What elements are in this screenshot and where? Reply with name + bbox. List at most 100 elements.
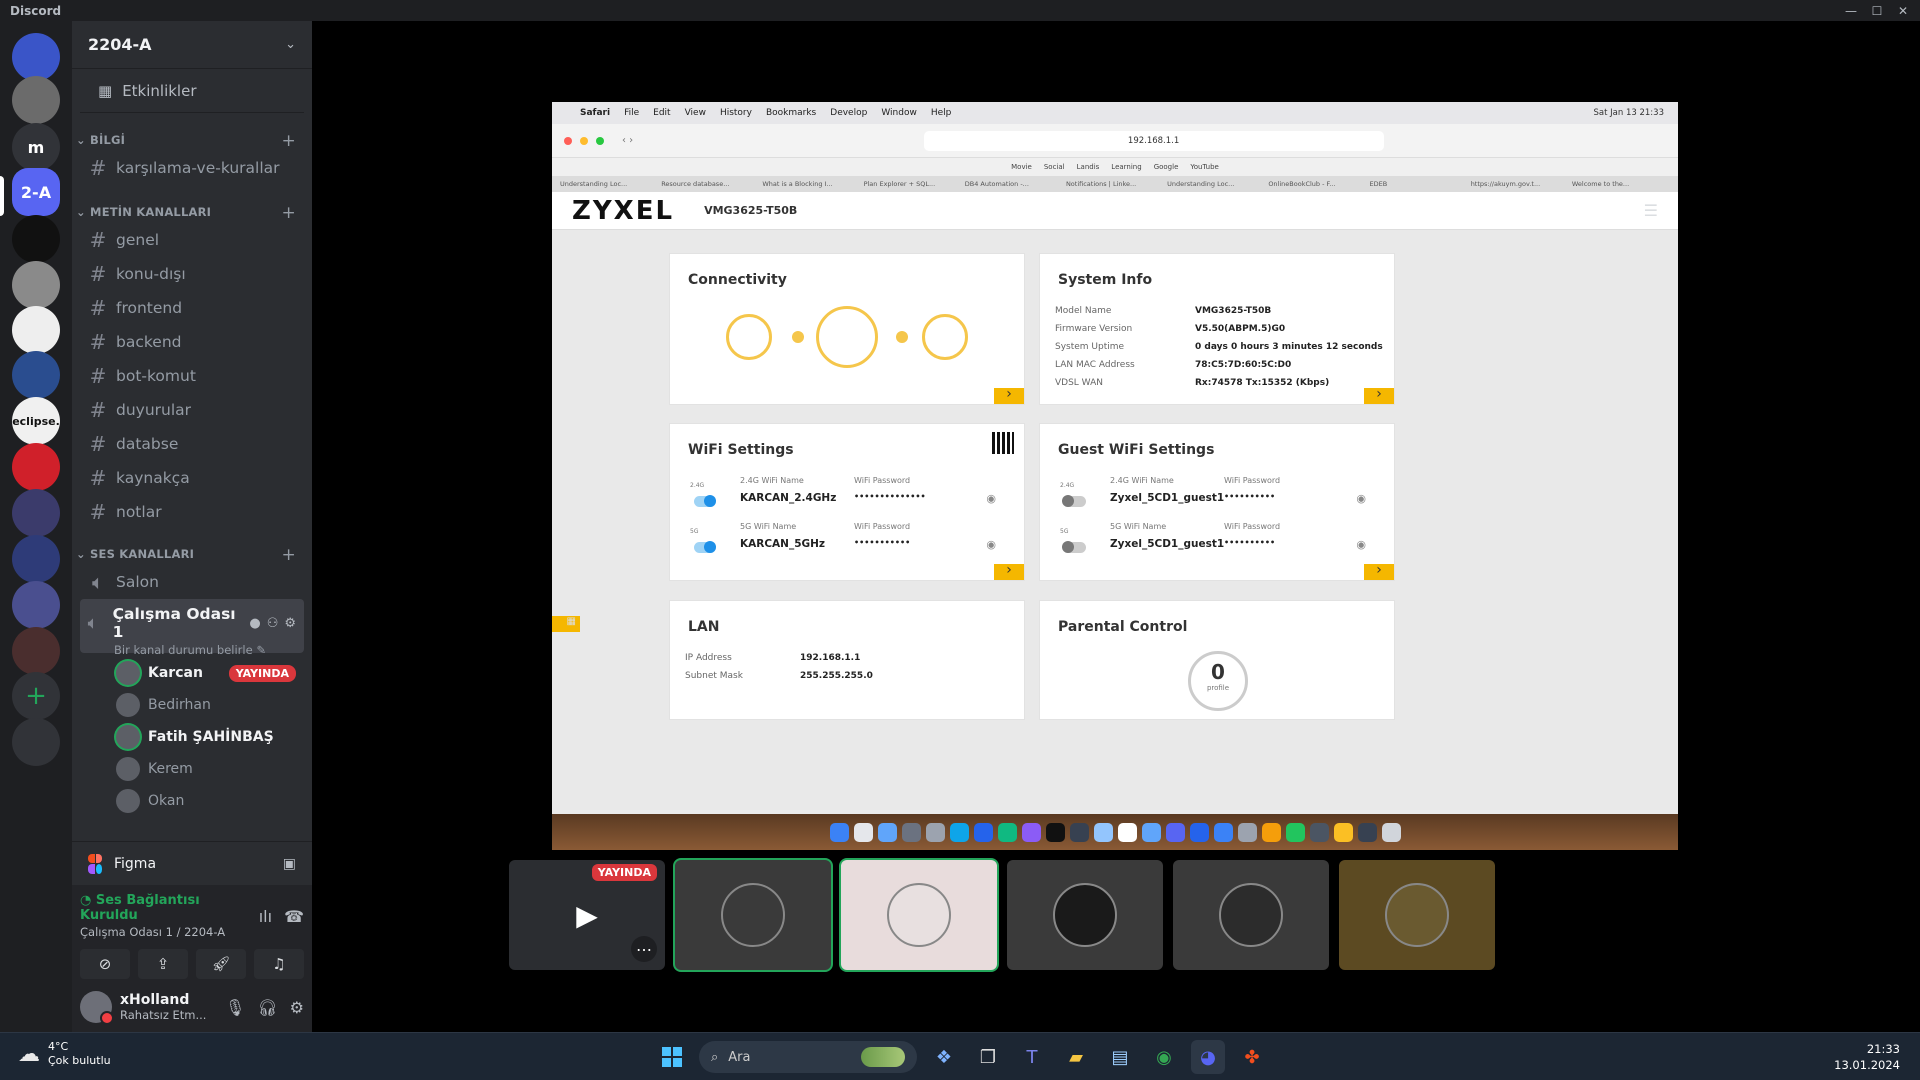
- voice-status[interactable]: ◔ Ses Bağlantısı Kuruldu: [80, 893, 259, 923]
- server-icon[interactable]: [12, 718, 60, 766]
- participant-tile[interactable]: [675, 860, 831, 970]
- search-box[interactable]: ⌕ Ara: [699, 1041, 917, 1073]
- category-text[interactable]: ⌄ METİN KANALLARI +: [72, 195, 312, 223]
- server-icon[interactable]: [12, 489, 60, 537]
- screen-share-icon[interactable]: ▣: [283, 856, 296, 872]
- weather-widget[interactable]: ☁ 4°C Çok bulutlu: [18, 1040, 111, 1068]
- server-icon[interactable]: [12, 627, 60, 675]
- participant-tile[interactable]: [1339, 860, 1495, 970]
- events-link[interactable]: ▦ Etkinlikler: [80, 69, 304, 113]
- activity-bar[interactable]: Figma ▣: [72, 841, 312, 885]
- activities-button[interactable]: 🚀︎: [196, 949, 246, 979]
- lan-key: Subnet Mask: [685, 671, 743, 681]
- username: xHolland: [120, 992, 190, 1008]
- channel-genel[interactable]: # genel: [80, 223, 304, 257]
- server-icon[interactable]: m: [12, 123, 60, 171]
- chat-icon[interactable]: ●: [249, 616, 260, 631]
- voice-member[interactable]: Kerem: [72, 753, 312, 785]
- channel-kaynakça[interactable]: # kaynakça: [80, 461, 304, 495]
- server-icon[interactable]: 2-A: [12, 168, 60, 216]
- voice-channel-path[interactable]: Çalışma Odası 1 / 2204-A: [80, 925, 259, 939]
- server-icon[interactable]: [12, 33, 60, 81]
- server-icon[interactable]: [12, 261, 60, 309]
- copilot-icon[interactable]: ❖: [927, 1040, 961, 1074]
- dock-app-icon: [973, 822, 993, 842]
- noise-suppression-icon[interactable]: ılı: [259, 907, 272, 926]
- invite-icon[interactable]: ⚇: [267, 616, 279, 631]
- shared-screen[interactable]: Safari File Edit View History Bookmarks Develo…: [552, 102, 1678, 814]
- more-icon[interactable]: …: [631, 936, 657, 962]
- guild-header[interactable]: 2204-A ⌄: [72, 21, 312, 69]
- start-button[interactable]: [655, 1040, 689, 1074]
- channel-status[interactable]: Bir kanal durumu belirle: [114, 643, 253, 657]
- figma-taskbar-icon[interactable]: ✤: [1235, 1040, 1269, 1074]
- add-channel-icon[interactable]: +: [282, 133, 296, 150]
- close-button[interactable]: ✕: [1892, 4, 1914, 18]
- channel-databse[interactable]: # databse: [80, 427, 304, 461]
- category-info[interactable]: ⌄ BİLGİ +: [72, 123, 312, 151]
- camera-off-button[interactable]: ⊘: [80, 949, 130, 979]
- participant-tile[interactable]: ▶ YAYINDA…: [509, 860, 665, 970]
- participant-tile[interactable]: [1173, 860, 1329, 970]
- microphone-icon[interactable]: 🎙︎: [225, 998, 245, 1017]
- menu-item: History: [719, 108, 752, 118]
- voice-member[interactable]: Karcan YAYINDA: [72, 657, 312, 689]
- server-icon[interactable]: [12, 306, 60, 354]
- gear-icon[interactable]: ⚙: [284, 616, 296, 631]
- channel-karşılama-ve-kurallar[interactable]: # karşılama-ve-kurallar: [80, 151, 304, 185]
- hash-icon: #: [89, 330, 107, 354]
- soundboard-button[interactable]: ♫: [254, 949, 304, 979]
- channel-bot-komut[interactable]: # bot-komut: [80, 359, 304, 393]
- server-icon[interactable]: eclipse.: [12, 397, 60, 445]
- favorites-bar: Movie Social Landis Learning Google YouTube: [552, 158, 1678, 176]
- server-icon[interactable]: [12, 443, 60, 491]
- channel-konu-dışı[interactable]: # konu-dışı: [80, 257, 304, 291]
- voice-member[interactable]: Fatih ŞAHİNBAŞ: [72, 721, 312, 753]
- wifi-name: Zyxel_5CD1_guest1: [1110, 538, 1225, 550]
- discord-icon[interactable]: ◕: [1191, 1040, 1225, 1074]
- channel-frontend[interactable]: # frontend: [80, 291, 304, 325]
- share-screen-button[interactable]: ⇪: [138, 949, 188, 979]
- participant-tile[interactable]: [1007, 860, 1163, 970]
- channel-name: kaynakça: [116, 469, 190, 487]
- avatar[interactable]: [80, 991, 114, 1025]
- teams-icon[interactable]: T: [1015, 1040, 1049, 1074]
- voice-channel-salon[interactable]: 🔈︎ Salon: [80, 565, 304, 599]
- hash-icon: #: [89, 364, 107, 388]
- channel-backend[interactable]: # backend: [80, 325, 304, 359]
- server-icon[interactable]: [12, 581, 60, 629]
- channel-notlar[interactable]: # notlar: [80, 495, 304, 529]
- dock-app-icon: [1021, 822, 1041, 842]
- maximize-button[interactable]: ☐: [1866, 4, 1888, 18]
- server-icon[interactable]: [12, 535, 60, 583]
- wifi-password: ••••••••••: [1224, 538, 1276, 547]
- disconnect-icon[interactable]: ☎: [284, 907, 304, 926]
- store-icon[interactable]: ▤: [1103, 1040, 1137, 1074]
- browser-tab: OnlineBookClub - F...: [1268, 180, 1336, 188]
- server-icon[interactable]: +: [12, 672, 60, 720]
- server-icon[interactable]: [12, 351, 60, 399]
- dock-app-icon: [1357, 822, 1377, 842]
- add-channel-icon[interactable]: +: [282, 547, 296, 564]
- speaker-icon: 🔈︎: [88, 613, 98, 632]
- channel-duyurular[interactable]: # duyurular: [80, 393, 304, 427]
- toggle-knob: [1062, 541, 1074, 553]
- avatar: [1053, 883, 1117, 947]
- gear-icon[interactable]: ⚙: [290, 998, 304, 1017]
- voice-channel-active[interactable]: 🔈︎ Çalışma Odası 1 ● ⚇ ⚙ Bir kanal durum…: [80, 599, 304, 657]
- server-icon[interactable]: [12, 215, 60, 263]
- server-icon[interactable]: [12, 76, 60, 124]
- task-view-icon[interactable]: ❐: [971, 1040, 1005, 1074]
- category-voice[interactable]: ⌄ SES KANALLARI +: [72, 537, 312, 565]
- add-channel-icon[interactable]: +: [282, 205, 296, 222]
- participant-tile[interactable]: [841, 860, 997, 970]
- chrome-icon[interactable]: ◉: [1147, 1040, 1181, 1074]
- system-clock[interactable]: 21:33 13.01.2024: [1834, 1041, 1900, 1073]
- channel-name: notlar: [116, 503, 162, 521]
- voice-member[interactable]: Bedirhan: [72, 689, 312, 721]
- minimize-button[interactable]: —: [1840, 4, 1862, 18]
- file-explorer-icon[interactable]: ▰: [1059, 1040, 1093, 1074]
- voice-member[interactable]: Okan: [72, 785, 312, 817]
- wifi-name-label: 2.4G WiFi Name: [1110, 476, 1174, 485]
- headphones-icon[interactable]: 🎧︎: [257, 998, 277, 1017]
